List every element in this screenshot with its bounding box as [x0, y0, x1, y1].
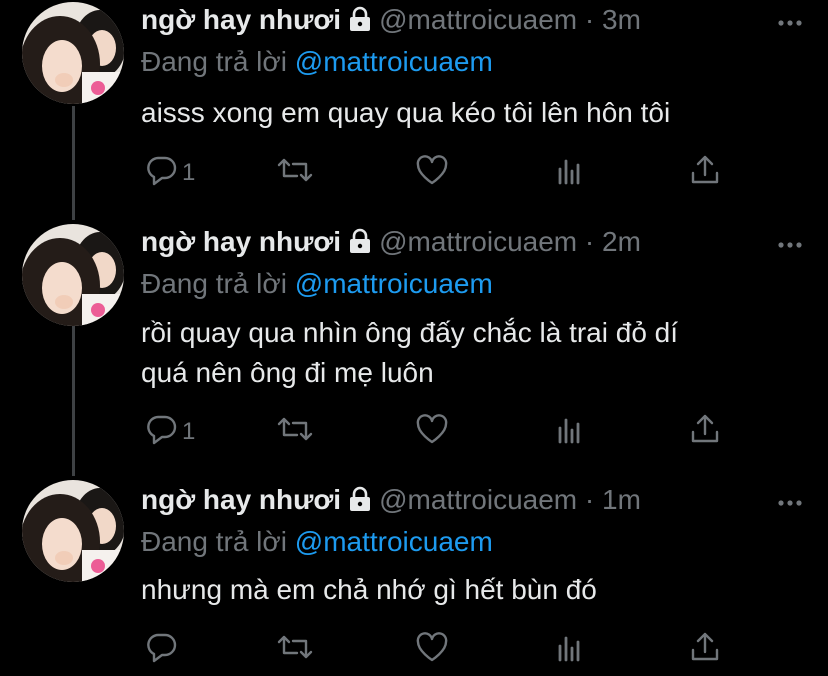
mention-link[interactable]: @mattroicuaem — [295, 526, 493, 557]
reply-count: 1 — [182, 417, 196, 445]
action-bar: 1 — [141, 412, 741, 448]
retweet-icon — [276, 630, 314, 669]
tweet-text: nhưng mà em chả nhớ gì hết bùn đó — [141, 570, 801, 610]
like-icon — [414, 412, 450, 451]
tweet-header: ngờ hay nhươi @mattroicuaem · 2m — [141, 222, 641, 262]
display-name[interactable]: ngờ hay nhươi — [141, 226, 341, 257]
share-icon — [688, 412, 722, 451]
share-button[interactable] — [688, 412, 722, 451]
more-icon[interactable] — [778, 14, 802, 32]
tweet[interactable]: ngờ hay nhươi @mattroicuaem · 2m Đang trả… — [0, 222, 828, 458]
tweet-header: ngờ hay nhươi @mattroicuaem · 1m — [141, 480, 641, 520]
retweet-button[interactable] — [276, 630, 314, 669]
reply-icon — [144, 630, 178, 669]
display-name[interactable]: ngờ hay nhươi — [141, 484, 341, 515]
analytics-button[interactable] — [553, 412, 587, 451]
username[interactable]: @mattroicuaem — [379, 4, 577, 35]
reply-icon — [144, 412, 178, 451]
replying-to-label: Đang trả lời — [141, 46, 287, 77]
mention-link[interactable]: @mattroicuaem — [295, 46, 493, 77]
replying-to-label: Đang trả lời — [141, 526, 287, 557]
retweet-button[interactable] — [276, 153, 314, 192]
more-icon[interactable] — [778, 236, 802, 254]
username[interactable]: @mattroicuaem — [379, 484, 577, 515]
tweet-text-line: aisss xong em quay qua kéo tôi lên hôn t… — [141, 97, 671, 128]
like-icon — [414, 630, 450, 669]
display-name[interactable]: ngờ hay nhươi — [141, 4, 341, 35]
action-bar: 1 — [141, 153, 741, 189]
replying-to: Đang trả lời @mattroicuaem — [141, 42, 493, 82]
more-icon[interactable] — [778, 494, 802, 512]
tweet-text-line: nhưng mà em chả nhớ gì hết bùn đó — [141, 574, 597, 605]
tweet-text: aisss xong em quay qua kéo tôi lên hôn t… — [141, 93, 801, 133]
tweet[interactable]: ngờ hay nhươi @mattroicuaem · 3m Đang trả… — [0, 0, 828, 218]
share-button[interactable] — [688, 153, 722, 192]
like-button[interactable] — [414, 630, 450, 669]
analytics-button[interactable] — [553, 630, 587, 669]
like-icon — [414, 153, 450, 192]
separator-dot: · — [584, 484, 595, 515]
retweet-icon — [276, 153, 314, 192]
replying-to: Đang trả lời @mattroicuaem — [141, 264, 493, 304]
separator-dot: · — [584, 4, 595, 35]
analytics-button[interactable] — [553, 153, 587, 192]
like-button[interactable] — [414, 412, 450, 451]
username[interactable]: @mattroicuaem — [379, 226, 577, 257]
reply-count: 1 — [182, 158, 196, 186]
avatar[interactable] — [22, 224, 124, 326]
analytics-icon — [553, 153, 587, 192]
share-icon — [688, 153, 722, 192]
retweet-icon — [276, 412, 314, 451]
action-bar — [141, 630, 741, 666]
avatar[interactable] — [22, 2, 124, 104]
tweet-text-line: rồi quay qua nhìn ông đấy chắc là trai đ… — [141, 317, 679, 348]
reply-button[interactable] — [144, 630, 182, 669]
tweet-text: rồi quay qua nhìn ông đấy chắc là trai đ… — [141, 313, 801, 393]
mention-link[interactable]: @mattroicuaem — [295, 268, 493, 299]
reply-button[interactable]: 1 — [144, 412, 195, 451]
replying-to-label: Đang trả lời — [141, 268, 287, 299]
replying-to: Đang trả lời @mattroicuaem — [141, 522, 493, 562]
share-button[interactable] — [688, 630, 722, 669]
lock-icon — [347, 483, 373, 523]
like-button[interactable] — [414, 153, 450, 192]
avatar[interactable] — [22, 480, 124, 582]
reply-button[interactable]: 1 — [144, 153, 195, 192]
tweet[interactable]: ngờ hay nhươi @mattroicuaem · 1m Đang trả… — [0, 480, 828, 676]
timestamp[interactable]: 1m — [602, 484, 641, 515]
share-icon — [688, 630, 722, 669]
tweet-header: ngờ hay nhươi @mattroicuaem · 3m — [141, 0, 641, 40]
analytics-icon — [553, 630, 587, 669]
timestamp[interactable]: 2m — [602, 226, 641, 257]
lock-icon — [347, 3, 373, 43]
retweet-button[interactable] — [276, 412, 314, 451]
separator-dot: · — [584, 226, 595, 257]
reply-icon — [144, 153, 178, 192]
tweet-text-line: quá nên ông đi mẹ luôn — [141, 357, 434, 388]
lock-icon — [347, 225, 373, 265]
analytics-icon — [553, 412, 587, 451]
timestamp[interactable]: 3m — [602, 4, 641, 35]
